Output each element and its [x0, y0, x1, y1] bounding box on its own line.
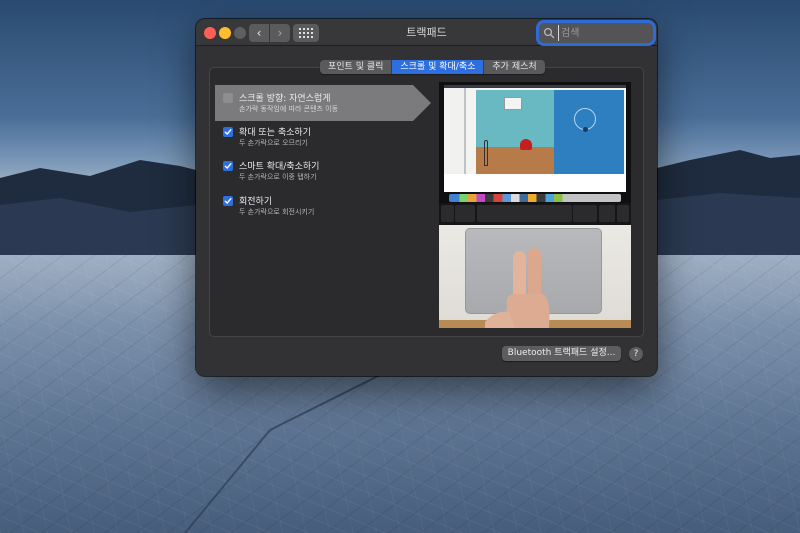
bluetooth-trackpad-settings-button[interactable]: Bluetooth 트랙패드 설정... — [502, 346, 621, 361]
preview-room-photo — [476, 90, 554, 176]
chevron-right-icon: › — [277, 26, 283, 40]
option-title: 스크롤 방향: 자연스럽게 — [239, 94, 331, 104]
preview-blue-panel — [554, 90, 624, 176]
tab-more-gestures[interactable]: 추가 제스처 — [484, 60, 544, 74]
tab-point-and-click[interactable]: 포인트 및 클릭 — [320, 60, 393, 74]
option-title: 스마트 확대/축소하기 — [239, 162, 320, 172]
option-subtitle: 두 손가락으로 이중 탭하기 — [239, 173, 317, 181]
checkbox-rotate[interactable] — [223, 196, 233, 206]
show-all-button[interactable] — [293, 24, 319, 42]
checkmark-icon — [224, 163, 232, 170]
system-preferences-window: ‹ › 트랙패드 포인트 및 클릭 스크롤 및 확대/축소 추가 제스처 스크롤… — [196, 19, 657, 376]
preview-dock — [449, 194, 621, 202]
tab-bar: 포인트 및 클릭 스크롤 및 확대/축소 추가 제스처 — [320, 60, 545, 74]
zoom-window-button[interactable] — [234, 27, 246, 39]
checkmark-icon — [224, 198, 232, 205]
back-button[interactable]: ‹ — [249, 24, 269, 42]
option-title: 회전하기 — [239, 197, 273, 207]
forward-button[interactable]: › — [270, 24, 290, 42]
help-button[interactable]: ? — [629, 347, 643, 361]
option-subtitle: 손가락 동작임에 따라 콘텐츠 이동 — [239, 105, 339, 113]
option-title: 확대 또는 축소하기 — [239, 128, 311, 138]
checkbox-scroll-direction[interactable] — [223, 93, 233, 103]
search-icon — [543, 27, 555, 39]
gesture-preview-video — [439, 82, 631, 328]
preview-keyboard — [439, 203, 631, 225]
preview-window-strip — [444, 174, 626, 192]
search-field[interactable] — [539, 23, 653, 43]
close-window-button[interactable] — [204, 27, 216, 39]
checkbox-smart-zoom[interactable] — [223, 161, 233, 171]
title-bar: ‹ › 트랙패드 — [196, 19, 657, 46]
checkbox-zoom-in-out[interactable] — [223, 127, 233, 137]
two-finger-hand-icon — [485, 248, 550, 328]
option-subtitle: 두 손가락으로 오므리기 — [239, 139, 308, 147]
option-subtitle: 두 손가락으로 회전시키기 — [239, 208, 315, 216]
checkmark-icon — [224, 129, 232, 136]
grid-icon — [299, 28, 313, 38]
minimize-window-button[interactable] — [219, 27, 231, 39]
preview-laptop-screen — [439, 82, 631, 225]
preview-trackpad-area — [439, 225, 631, 328]
search-input[interactable] — [558, 25, 650, 41]
tab-scroll-and-zoom[interactable]: 스크롤 및 확대/축소 — [392, 60, 485, 74]
chevron-left-icon: ‹ — [256, 26, 262, 40]
